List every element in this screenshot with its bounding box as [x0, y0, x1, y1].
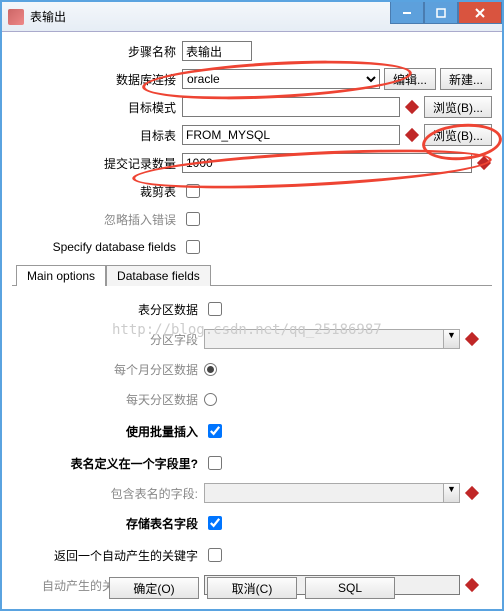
store-name-label: 存储表名字段 — [24, 515, 204, 532]
batch-insert-checkbox[interactable] — [208, 424, 222, 438]
part-day-radio — [204, 393, 217, 406]
name-in-field-label: 表名定义在一个字段里? — [24, 455, 204, 472]
diamond-icon — [405, 100, 419, 114]
part-day-label: 每天分区数据 — [24, 391, 204, 408]
name-field-select: ▼ — [204, 483, 460, 503]
part-month-radio — [204, 363, 217, 376]
table-input[interactable] — [182, 125, 400, 145]
store-name-checkbox[interactable] — [208, 516, 222, 530]
commit-label: 提交记录数量 — [12, 155, 182, 172]
return-key-label: 返回一个自动产生的关键字 — [24, 547, 204, 564]
maximize-button[interactable] — [424, 2, 458, 24]
ok-button[interactable]: 确定(O) — [109, 577, 199, 599]
form-area: 步骤名称 数据库连接 oracle 编辑... 新建... 目标模式 浏览(B)… — [2, 32, 502, 610]
diamond-icon — [465, 486, 479, 500]
chevron-down-icon: ▼ — [443, 484, 459, 502]
cancel-button[interactable]: 取消(C) — [207, 577, 297, 599]
batch-insert-label: 使用批量插入 — [24, 423, 204, 440]
table-browse-button[interactable]: 浏览(B)... — [424, 124, 492, 146]
partition-checkbox[interactable] — [208, 302, 222, 316]
chevron-down-icon: ▼ — [443, 330, 459, 348]
schema-label: 目标模式 — [12, 99, 182, 116]
tab-database-fields[interactable]: Database fields — [106, 265, 211, 286]
specify-fields-label: Specify database fields — [12, 240, 182, 254]
part-field-select: ▼ — [204, 329, 460, 349]
commit-input[interactable] — [182, 153, 472, 173]
step-name-label: 步骤名称 — [12, 43, 182, 60]
window-title: 表输出 — [30, 8, 66, 25]
name-field-label: 包含表名的字段: — [24, 485, 204, 502]
diamond-icon — [405, 128, 419, 142]
diamond-icon — [465, 332, 479, 346]
part-field-label: 分区字段 — [24, 331, 204, 348]
partition-label: 表分区数据 — [24, 301, 204, 318]
main-options-panel: 表分区数据 分区字段 ▼ 每个月分区数据 每天分区数据 使用批量插入 表名定义在… — [12, 286, 492, 610]
schema-browse-button[interactable]: 浏览(B)... — [424, 96, 492, 118]
diamond-icon — [477, 156, 491, 170]
edit-button[interactable]: 编辑... — [384, 68, 436, 90]
specify-fields-checkbox[interactable] — [186, 240, 200, 254]
db-conn-label: 数据库连接 — [12, 71, 182, 88]
minimize-button[interactable] — [390, 2, 424, 24]
window-controls — [390, 2, 502, 24]
footer-buttons: 确定(O) 取消(C) SQL — [2, 577, 502, 599]
ignore-err-checkbox[interactable] — [186, 212, 200, 226]
truncate-label: 裁剪表 — [12, 183, 182, 200]
truncate-checkbox[interactable] — [186, 184, 200, 198]
sql-button[interactable]: SQL — [305, 577, 395, 599]
tab-main-options[interactable]: Main options — [16, 265, 106, 286]
return-key-checkbox[interactable] — [208, 548, 222, 562]
new-button[interactable]: 新建... — [440, 68, 492, 90]
ignore-err-label: 忽略插入错误 — [12, 211, 182, 228]
tab-bar: Main options Database fields — [12, 264, 492, 286]
schema-input[interactable] — [182, 97, 400, 117]
part-month-label: 每个月分区数据 — [24, 361, 204, 378]
name-in-field-checkbox[interactable] — [208, 456, 222, 470]
titlebar: 表输出 — [2, 2, 502, 32]
step-name-input[interactable] — [182, 41, 252, 61]
db-conn-select[interactable]: oracle — [182, 69, 380, 89]
table-label: 目标表 — [12, 127, 182, 144]
app-icon — [8, 9, 24, 25]
close-button[interactable] — [458, 2, 502, 24]
